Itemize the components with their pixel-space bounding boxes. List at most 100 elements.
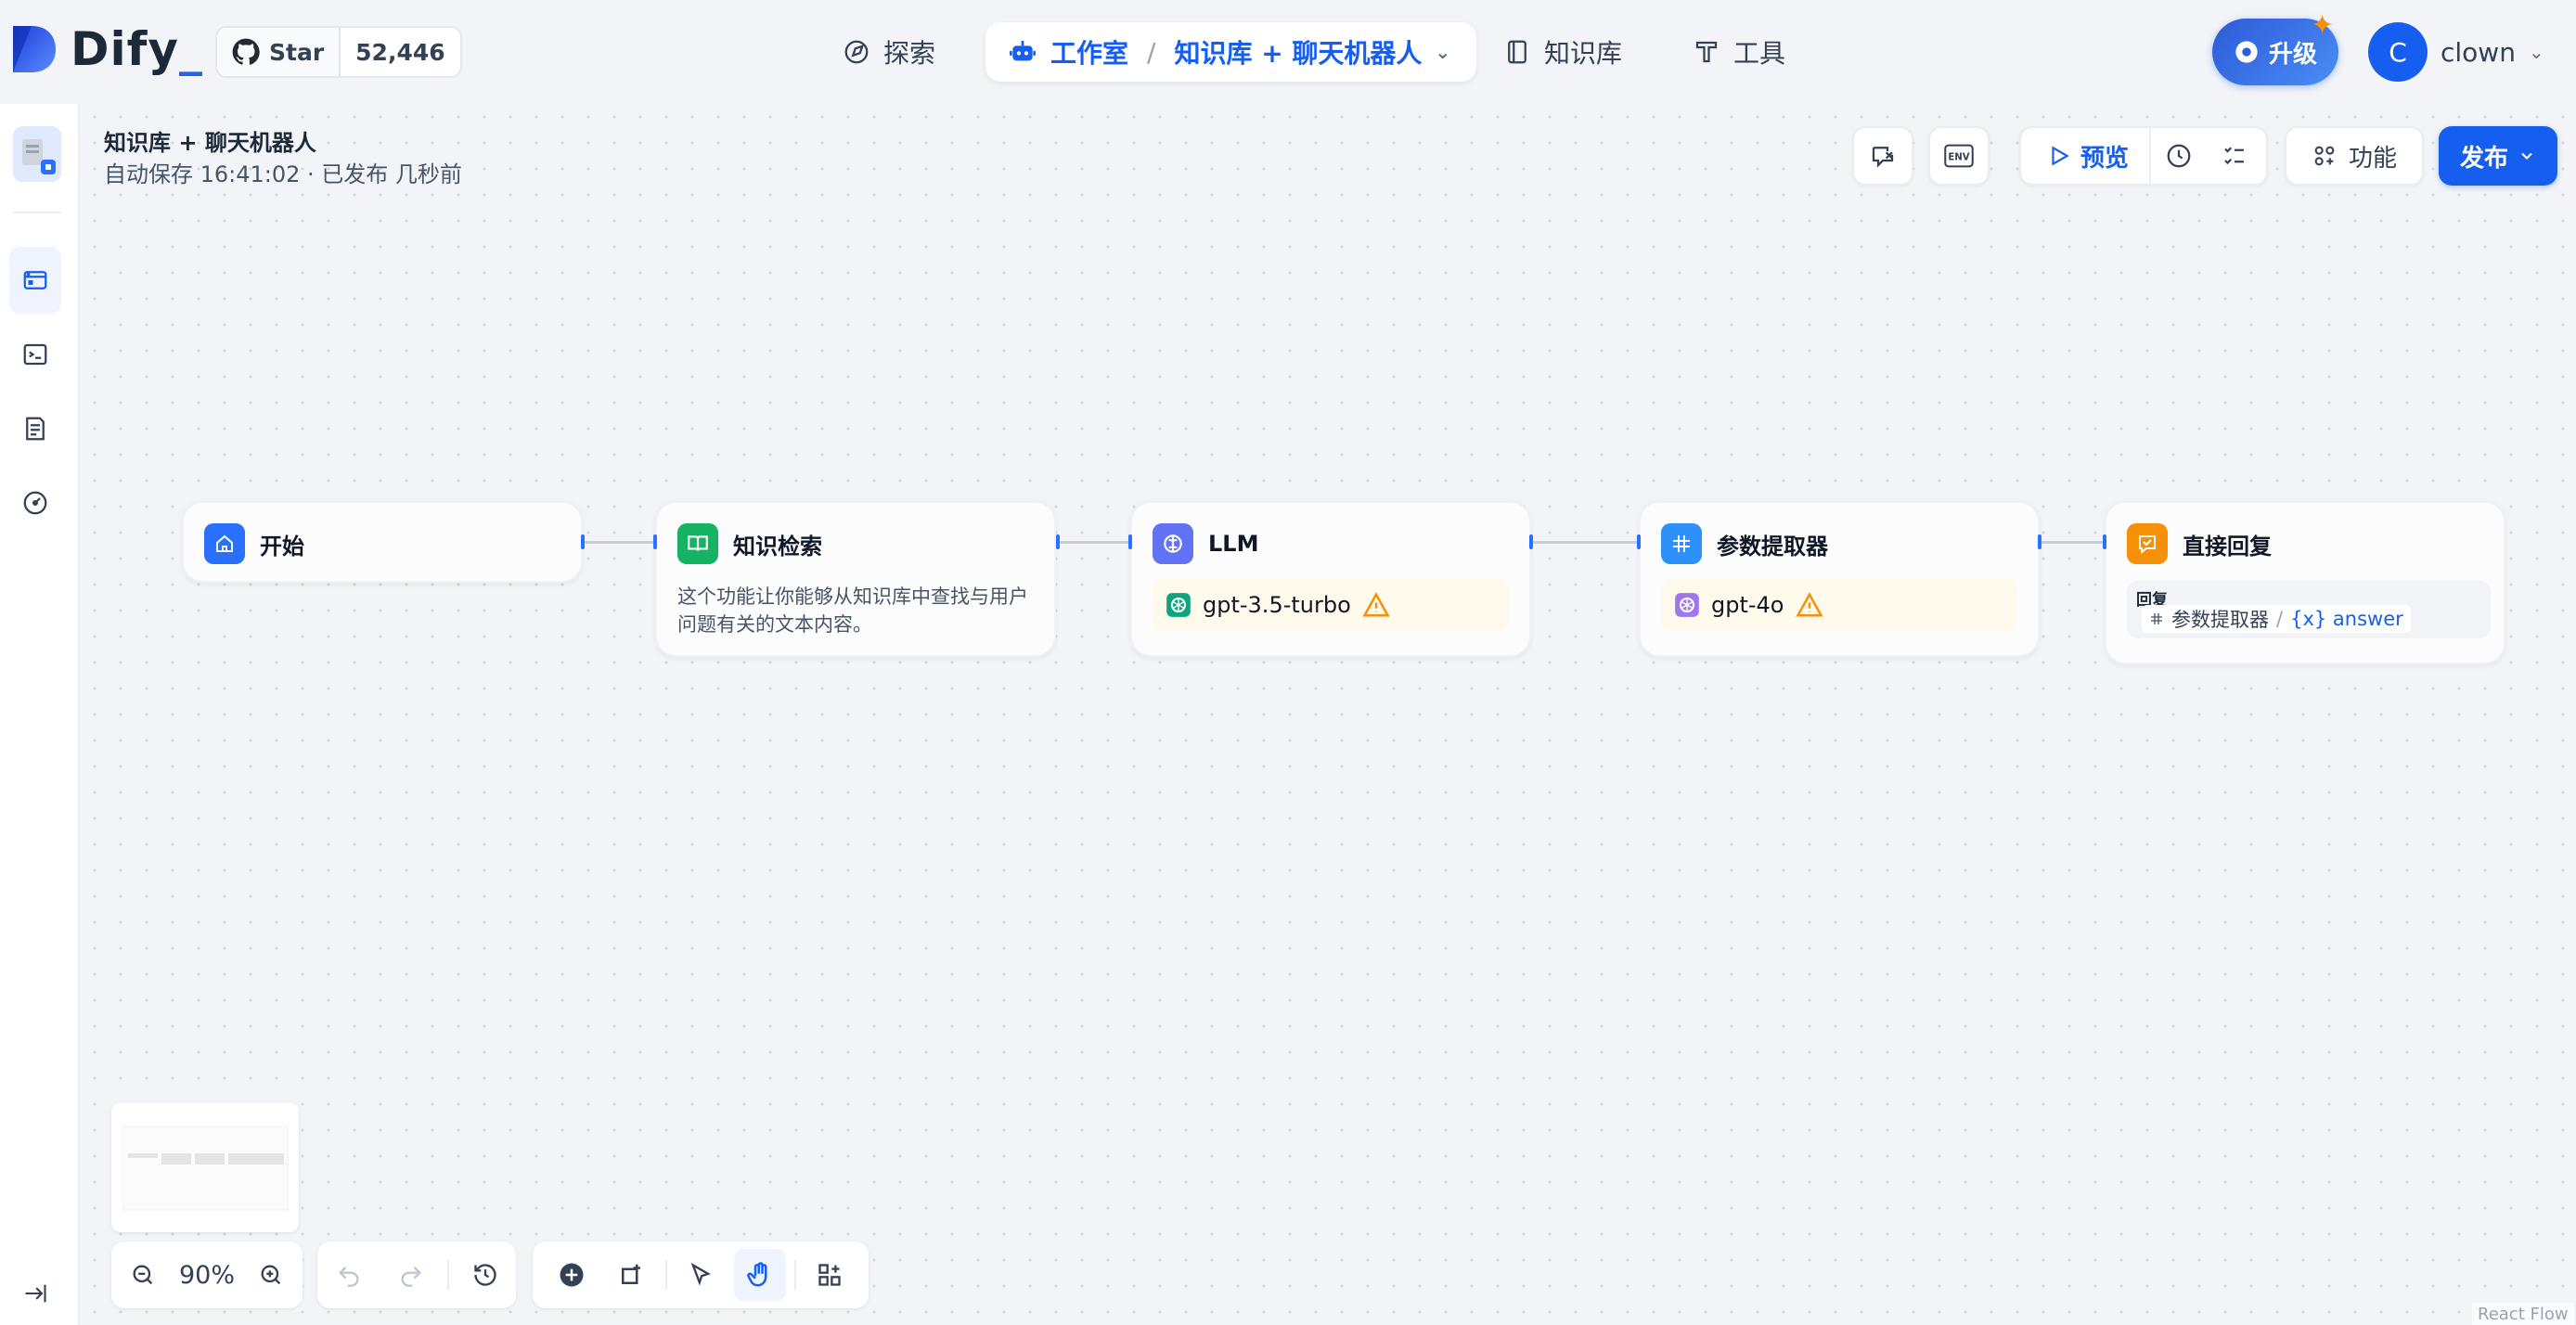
zoom-level[interactable]: 90% <box>179 1261 235 1290</box>
checklist-button[interactable] <box>2207 128 2262 184</box>
chevron-down-icon <box>2521 152 2532 160</box>
react-flow-attribution[interactable]: React Flow <box>2472 1303 2574 1325</box>
book-icon <box>1508 40 1526 64</box>
sidebar-item-logs[interactable] <box>9 395 61 462</box>
open-book-icon <box>677 523 718 564</box>
sidebar-divider <box>13 212 61 213</box>
run-history-button[interactable] <box>2151 128 2207 184</box>
github-star-count[interactable]: 52,446 <box>341 28 459 76</box>
node-target-handle[interactable] <box>1637 534 1641 549</box>
redo-button[interactable] <box>385 1249 437 1301</box>
canvas-operations <box>533 1241 869 1308</box>
chevron-down-icon[interactable]: ⌄ <box>1435 41 1450 63</box>
env-variables-button[interactable]: ENV <box>1928 126 1990 186</box>
app-icon[interactable] <box>13 126 61 182</box>
sidebar-item-api[interactable] <box>9 321 61 388</box>
add-circle-icon <box>560 1263 584 1287</box>
node-header: 直接回复 <box>2127 523 2272 564</box>
add-note-button[interactable] <box>605 1249 657 1301</box>
node-title: LLM <box>1208 531 1259 557</box>
node-llm[interactable]: LLM gpt-3.5-turbo <box>1130 501 1531 657</box>
message-check-icon <box>2127 523 2168 564</box>
node-title: 参数提取器 <box>1717 533 1828 560</box>
cursor-pointer-icon <box>690 1262 711 1286</box>
sidebar-item-orchestrate[interactable] <box>9 247 61 314</box>
collapse-sidebar-button[interactable] <box>15 1273 56 1314</box>
minimap[interactable] <box>111 1102 299 1232</box>
nav-explore[interactable]: 探索 <box>843 26 935 78</box>
brand-name: Dify_ <box>71 22 203 76</box>
variable-name: {x} answer <box>2290 608 2403 630</box>
layout-grid-icon <box>818 1264 841 1286</box>
undo-button[interactable] <box>323 1249 375 1301</box>
model-selector[interactable]: gpt-4o <box>1661 579 2017 631</box>
sticky-note-icon <box>622 1264 641 1284</box>
nav-studio-label: 工作室 <box>1050 38 1129 69</box>
checklist-icon <box>2224 147 2245 165</box>
github-star-label: Star <box>269 38 325 66</box>
message-variable-icon <box>1872 147 1894 168</box>
hash-icon <box>2151 613 2162 624</box>
node-header: 参数提取器 <box>1661 523 1828 564</box>
home-icon <box>204 523 245 564</box>
nav-tools[interactable]: 工具 <box>1693 26 1785 78</box>
zoom-out-button[interactable] <box>117 1249 169 1301</box>
workflow-canvas[interactable] <box>82 104 2576 1325</box>
organize-blocks-button[interactable] <box>804 1249 856 1301</box>
node-source-handle[interactable] <box>1529 534 1533 549</box>
features-label: 功能 <box>2348 144 2397 173</box>
node-target-handle[interactable] <box>1128 534 1132 549</box>
nav-studio[interactable]: 工作室 / 知识库 + 聊天机器人 ⌄ <box>985 22 1477 82</box>
github-star-button[interactable]: Star <box>217 28 341 76</box>
node-start[interactable]: 开始 <box>182 501 583 583</box>
dify-logo[interactable]: Dify_ <box>9 22 203 76</box>
toolbar-divider <box>793 1260 796 1290</box>
edge-extractor-answer[interactable] <box>2040 541 2103 544</box>
node-parameter-extractor[interactable]: 参数提取器 gpt-4o <box>1639 501 2040 657</box>
edge-start-retrieval[interactable] <box>583 541 653 544</box>
node-knowledge-retrieval[interactable]: 知识检索 这个功能让你能够从知识库中查找与用户问题有关的文本内容。 <box>655 501 1056 657</box>
zoom-in-button[interactable] <box>245 1249 297 1301</box>
features-button[interactable]: 功能 <box>2285 126 2424 186</box>
edge-llm-extractor[interactable] <box>1533 541 1637 544</box>
edge-retrieval-llm[interactable] <box>1058 541 1128 544</box>
collapse-arrow-icon <box>25 1284 46 1303</box>
preview-toolbar-group: 预览 <box>2019 126 2268 186</box>
avatar[interactable]: C <box>2368 22 2428 82</box>
publish-button[interactable]: 发布 <box>2439 126 2557 186</box>
terminal-icon <box>23 343 47 366</box>
dashboard-gauge-icon <box>23 491 47 515</box>
zoom-out-icon <box>133 1265 152 1285</box>
node-source-handle[interactable] <box>1056 534 1060 549</box>
user-menu[interactable]: C clown ⌄ <box>2368 22 2544 82</box>
variable-reference[interactable]: 参数提取器 / {x} answer <box>2142 605 2411 633</box>
node-source-handle[interactable] <box>2038 534 2041 549</box>
nav-explore-label: 探索 <box>883 38 936 69</box>
hand-mode-button[interactable] <box>734 1249 787 1301</box>
current-app-name[interactable]: 知识库 + 聊天机器人 <box>1174 33 1422 71</box>
hash-icon <box>1661 523 1702 564</box>
model-selector[interactable]: gpt-3.5-turbo <box>1153 579 1509 631</box>
node-source-handle[interactable] <box>581 534 585 549</box>
preview-button[interactable]: 预览 <box>2021 128 2152 184</box>
history-icon <box>473 1264 496 1286</box>
add-node-button[interactable] <box>546 1249 598 1301</box>
window-icon <box>23 271 47 289</box>
sidebar-item-monitoring[interactable] <box>9 470 61 536</box>
history-controls <box>317 1241 516 1308</box>
toolbar-divider <box>446 1260 449 1290</box>
nav-knowledge-label: 知识库 <box>1544 38 1623 69</box>
app-sidebar <box>0 104 80 1325</box>
openai-icon <box>1166 593 1191 617</box>
reply-content-box[interactable]: 回复 参数提取器 / {x} answer <box>2127 581 2491 638</box>
svg-text:ENV: ENV <box>1948 153 1969 163</box>
node-direct-answer[interactable]: 直接回复 回复 参数提取器 / {x} answer <box>2105 501 2505 664</box>
node-header: 开始 <box>204 523 304 564</box>
chat-variables-button[interactable] <box>1852 126 1913 186</box>
version-history-button[interactable] <box>459 1249 511 1301</box>
pointer-mode-button[interactable] <box>675 1249 727 1301</box>
node-target-handle[interactable] <box>653 534 657 549</box>
github-star-badge[interactable]: Star 52,446 <box>215 26 462 78</box>
node-target-handle[interactable] <box>2103 534 2106 549</box>
nav-knowledge[interactable]: 知识库 <box>1503 26 1622 78</box>
